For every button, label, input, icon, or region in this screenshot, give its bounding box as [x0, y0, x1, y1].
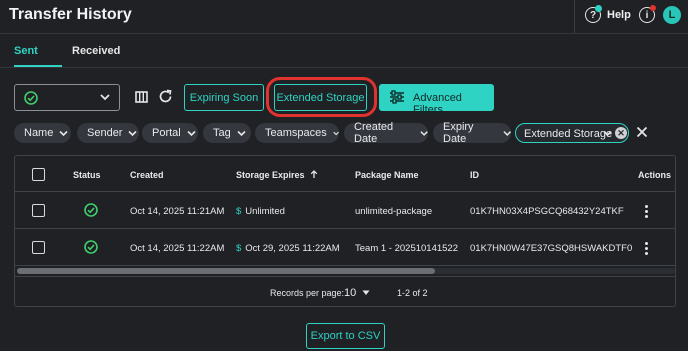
dollar-icon: $ [236, 206, 242, 217]
highlight-annotation [266, 77, 377, 117]
filter-chip-label: Tag [213, 127, 231, 139]
caret-down-icon[interactable] [362, 290, 370, 296]
pagination-range: 1-2 of 2 [397, 288, 428, 298]
check-circle-icon [84, 240, 98, 254]
top-bar: Transfer History ? Help i L [0, 0, 688, 34]
filter-chip-label: Teamspaces [265, 127, 327, 139]
column-header-id[interactable]: ID [470, 170, 479, 180]
records-per-page-select[interactable]: 10 [344, 287, 356, 299]
active-filter-chip-extended-storage[interactable]: Extended Storage ✕ [515, 123, 629, 143]
advanced-filters-button[interactable]: Advanced Filters [379, 84, 494, 116]
help-button[interactable]: ? [585, 5, 602, 23]
chevron-down-icon [100, 94, 110, 101]
column-header-status: Status [73, 170, 101, 180]
notification-dot [650, 5, 656, 11]
expiring-soon-button[interactable]: Expiring Soon [184, 84, 264, 111]
cell-created: Oct 14, 2025 11:21AM [130, 206, 225, 217]
chevron-down-icon [59, 130, 68, 136]
cell-storage-expires: $ Oct 29, 2025 11:22AM [236, 243, 340, 254]
close-icon[interactable] [636, 126, 648, 138]
sliders-icon [390, 90, 404, 104]
top-bar-actions: ? Help i L [574, 0, 688, 34]
info-button[interactable]: i [639, 5, 656, 23]
filter-chip-sender[interactable]: Sender [77, 123, 139, 143]
select-all-checkbox[interactable] [32, 168, 45, 181]
column-header-actions: Actions [638, 170, 672, 180]
cell-id: 01K7HN0W47E37GSQ8HSWAKDTF0 [470, 243, 633, 254]
cell-storage-expires: $ Unlimited [236, 206, 285, 217]
help-label[interactable]: Help [607, 9, 631, 21]
filter-chip-teamspaces[interactable]: Teamspaces [255, 123, 339, 143]
columns-icon[interactable] [135, 91, 148, 103]
avatar[interactable]: L [663, 6, 681, 24]
table-footer-divider [15, 276, 675, 277]
sort-ascending-icon [310, 170, 318, 178]
horizontal-scrollbar[interactable] [17, 268, 675, 274]
tab-received[interactable]: Received [72, 45, 120, 57]
column-header-storage-expires[interactable]: Storage Expires [236, 170, 318, 180]
status-filter-select[interactable] [14, 84, 120, 111]
filter-chip-tag[interactable]: Tag [203, 123, 251, 143]
help-notification-dot [595, 5, 602, 12]
filter-chip-expiry-date[interactable]: Expiry Date [433, 121, 511, 145]
export-csv-button[interactable]: Export to CSV [306, 323, 385, 349]
tabs-divider [0, 67, 688, 68]
filter-chip-label: Created Date [354, 121, 394, 145]
row-checkbox[interactable] [32, 204, 45, 217]
check-circle-icon [84, 203, 98, 217]
cell-id: 01K7HN03X4PSGCQ68432Y24TKF [470, 206, 624, 217]
cell-storage-expires-value: Unlimited [245, 206, 285, 217]
cell-package-name: unlimited-package [355, 206, 433, 217]
cell-package-name: Team 1 - 202510141522 [355, 243, 458, 254]
table-row[interactable]: Oct 14, 2025 11:21AM $ Unlimited unlimite… [15, 192, 675, 229]
chevron-down-icon [187, 130, 196, 136]
row-actions-menu-icon[interactable] [645, 205, 649, 220]
active-filter-label: Extended Storage [524, 128, 613, 140]
filter-chip-label: Name [24, 127, 54, 139]
advanced-filters-label: Advanced Filters [413, 92, 462, 116]
clear-filter-icon[interactable]: ✕ [615, 127, 627, 139]
chevron-down-icon[interactable] [603, 130, 612, 137]
refresh-icon[interactable] [158, 89, 173, 104]
transfers-table: Status Created Storage Expires Package N… [14, 155, 676, 307]
chevron-down-icon [333, 131, 339, 135]
row-actions-menu-icon[interactable] [645, 242, 649, 257]
dollar-icon: $ [236, 243, 242, 254]
column-header-label: Storage Expires [236, 170, 305, 180]
chevron-down-icon [502, 130, 511, 136]
row-checkbox[interactable] [32, 241, 45, 254]
filter-chip-label: Expiry Date [443, 121, 474, 145]
column-header-created[interactable]: Created [130, 170, 164, 180]
chevron-down-icon [237, 130, 246, 136]
check-circle-icon [24, 91, 38, 105]
records-per-page-label: Records per page: [270, 288, 345, 298]
tab-sent[interactable]: Sent [14, 45, 38, 57]
scrollbar-thumb[interactable] [17, 268, 435, 274]
column-header-package-name[interactable]: Package Name [355, 170, 419, 180]
page-title: Transfer History [9, 6, 132, 23]
filter-chip-label: Portal [152, 127, 181, 139]
filter-chip-created-date[interactable]: Created Date [344, 121, 428, 145]
chevron-down-icon [420, 130, 428, 136]
cell-created: Oct 14, 2025 11:22AM [130, 243, 225, 254]
chevron-down-icon [128, 130, 138, 136]
filter-chip-label: Sender [87, 127, 123, 139]
table-header-row: Status Created Storage Expires Package N… [15, 156, 675, 192]
table-row[interactable]: Oct 14, 2025 11:22AM $ Oct 29, 2025 11:22… [15, 229, 675, 266]
cell-storage-expires-value: Oct 29, 2025 11:22AM [245, 243, 340, 254]
filter-chip-name[interactable]: Name [14, 123, 71, 143]
filter-chip-portal[interactable]: Portal [142, 123, 198, 143]
